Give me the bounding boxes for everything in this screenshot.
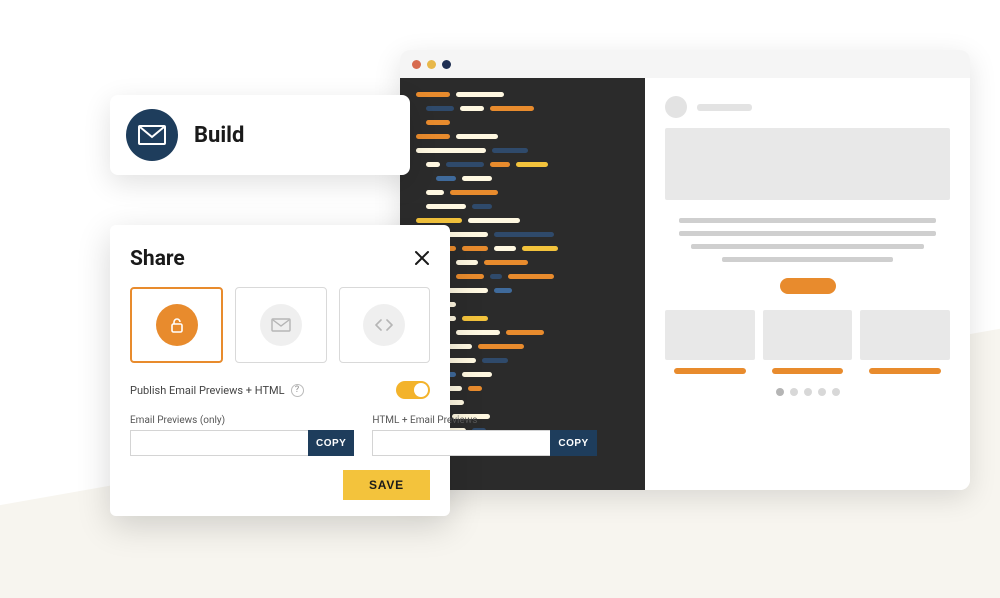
copy-button-previews[interactable]: COPY (308, 430, 354, 456)
sender-name-placeholder (697, 104, 752, 111)
text-line (679, 231, 936, 236)
carousel-pager[interactable] (776, 388, 840, 396)
thumbnail-bar (869, 368, 941, 374)
text-line (679, 218, 936, 223)
envelope-icon (126, 109, 178, 161)
avatar (665, 96, 687, 118)
thumbnail (860, 310, 950, 360)
text-line (691, 244, 925, 249)
copy-button-html[interactable]: COPY (550, 430, 596, 456)
traffic-light-close[interactable] (412, 60, 421, 69)
build-title: Build (194, 123, 244, 148)
thumbnail (665, 310, 755, 360)
copy-label-html: HTML + Email Previews (372, 415, 596, 426)
envelope-icon (260, 304, 302, 346)
thumbnail-bar (772, 368, 844, 374)
share-option-code[interactable] (339, 287, 430, 363)
publish-label: Publish Email Previews + HTML (130, 384, 285, 397)
unlock-icon (156, 304, 198, 346)
build-card[interactable]: Build (110, 95, 410, 175)
share-modal: Share (110, 225, 450, 516)
publish-toggle[interactable] (396, 381, 430, 399)
traffic-light-zoom[interactable] (442, 60, 451, 69)
share-option-unlocked[interactable] (130, 287, 223, 363)
copy-input-previews[interactable] (130, 430, 308, 456)
share-option-email[interactable] (235, 287, 326, 363)
hero-image-placeholder (665, 128, 950, 200)
thumbnail-bar (674, 368, 746, 374)
share-title: Share (130, 247, 185, 271)
cta-button-placeholder (780, 278, 836, 294)
save-button[interactable]: SAVE (343, 470, 430, 500)
window-chrome (400, 50, 970, 78)
text-line (722, 257, 893, 262)
copy-input-html[interactable] (372, 430, 550, 456)
email-preview-panel (645, 78, 970, 490)
copy-label-previews: Email Previews (only) (130, 415, 354, 426)
traffic-light-minimize[interactable] (427, 60, 436, 69)
code-icon (363, 304, 405, 346)
help-icon[interactable]: ? (291, 384, 304, 397)
close-icon[interactable] (414, 249, 430, 269)
thumbnail (763, 310, 853, 360)
